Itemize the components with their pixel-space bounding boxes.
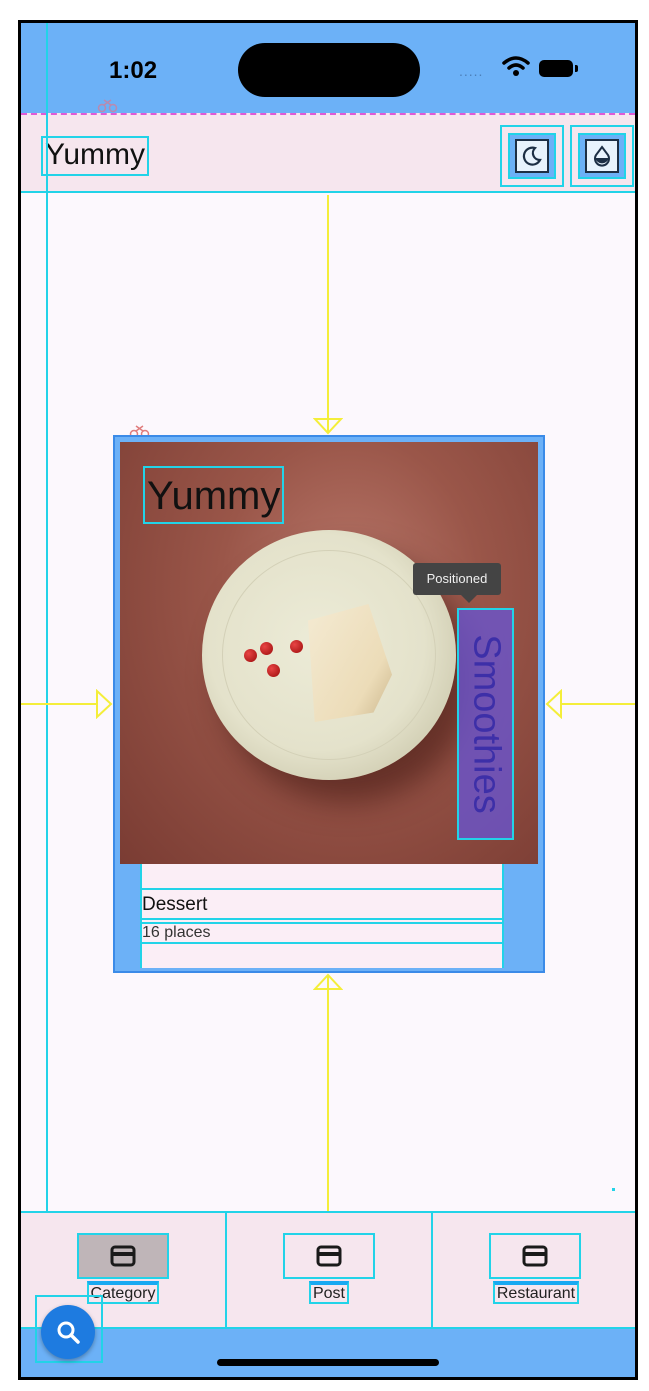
nav-icon-container	[283, 1233, 375, 1279]
scissors-icon	[97, 99, 118, 113]
card-icon	[316, 1245, 342, 1267]
berry-graphic	[290, 640, 303, 653]
card-heading: Dessert	[142, 894, 208, 915]
layout-guide-left-h	[21, 703, 97, 705]
nav-label-wrap: Restaurant	[433, 1281, 635, 1304]
wifi-icon	[502, 56, 530, 76]
footer-divider	[142, 942, 502, 944]
moon-icon	[522, 146, 542, 166]
app-title: Yummy	[41, 136, 150, 176]
card-subheading: 16 places	[142, 924, 211, 941]
cellular-signal-icon: .....	[459, 63, 484, 79]
berry-graphic	[244, 649, 257, 662]
phone-frame: 1:02 ..... Yummy Yummy Dessert 16 places…	[18, 20, 638, 1380]
smoothies-label: Smoothies	[457, 608, 514, 840]
nav-item-post[interactable]: Post	[227, 1213, 433, 1329]
footer-divider	[142, 888, 502, 890]
card-icon	[110, 1245, 136, 1267]
color-button-bg	[578, 133, 626, 179]
guide-dot	[612, 1188, 615, 1191]
card-text-area: Dessert 16 places	[140, 864, 504, 968]
dynamic-island	[238, 43, 420, 97]
layout-guide-right-h	[561, 703, 635, 705]
battery-icon	[539, 60, 578, 77]
color-button-face	[585, 139, 619, 173]
nav-label-wrap: Post	[227, 1281, 431, 1304]
guide-arrow-left-icon	[545, 689, 562, 719]
search-icon	[57, 1321, 80, 1344]
theme-toggle-button[interactable]	[500, 125, 564, 187]
status-time: 1:02	[109, 57, 158, 84]
nav-label-post: Post	[308, 1281, 349, 1304]
home-indicator[interactable]	[217, 1359, 439, 1366]
theme-toggle-button-bg	[508, 133, 556, 179]
layout-guide-left	[46, 23, 48, 1329]
color-button[interactable]	[570, 125, 634, 187]
card-image-title: Yummy	[143, 466, 285, 524]
guide-arrow-up-icon	[313, 973, 343, 990]
theme-toggle-button-face	[515, 139, 549, 173]
positioned-tooltip: Positioned	[413, 563, 501, 603]
layout-guide-top	[327, 195, 329, 433]
bottom-navigation: Category Post Restaurant	[21, 1211, 635, 1329]
guide-arrow-right-icon	[96, 689, 113, 719]
nav-label-restaurant: Restaurant	[492, 1281, 580, 1304]
berry-graphic	[267, 664, 280, 677]
footer-divider	[142, 918, 502, 920]
card-footer: Dessert 16 places	[120, 864, 538, 968]
nav-icon-container	[77, 1233, 169, 1279]
guide-arrow-down-icon	[313, 418, 343, 435]
layout-guide-bottom	[327, 975, 329, 1211]
search-fab-button[interactable]	[41, 1305, 95, 1359]
home-area	[21, 1329, 635, 1377]
berry-graphic	[260, 642, 273, 655]
card-icon	[522, 1245, 548, 1267]
smoothies-label-text: Smoothies	[465, 634, 507, 814]
nav-icon-container	[489, 1233, 581, 1279]
nav-item-restaurant[interactable]: Restaurant	[433, 1213, 635, 1329]
app-bar: Yummy	[21, 113, 635, 193]
drop-icon	[594, 145, 610, 167]
